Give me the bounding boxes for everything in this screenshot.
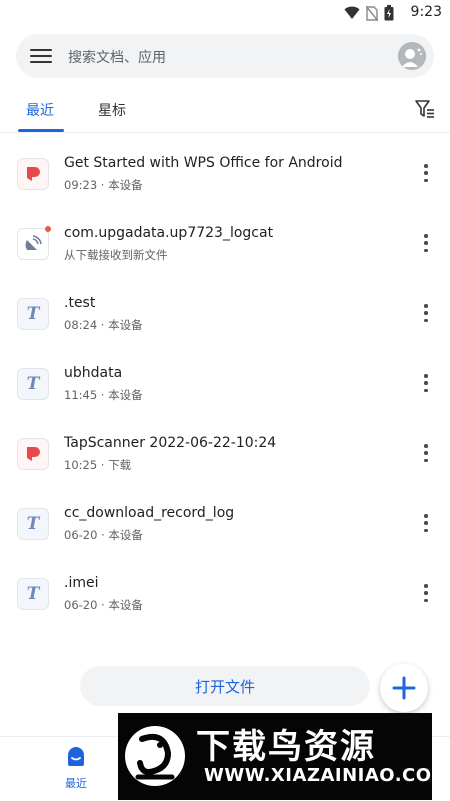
user-avatar-icon bbox=[398, 42, 426, 70]
more-options-icon[interactable] bbox=[422, 164, 430, 182]
battery-icon bbox=[384, 5, 394, 21]
tab-bar: 最近 星标 bbox=[0, 90, 450, 133]
file-item[interactable]: T .imei 06-20 · 本设备 bbox=[0, 558, 450, 628]
tab-recent[interactable]: 最近 bbox=[26, 100, 54, 120]
file-name: ubhdata bbox=[64, 365, 123, 381]
file-item[interactable]: com.upgadata.up7723_logcat 从下载接收到新文件 bbox=[0, 208, 450, 278]
search-input[interactable]: 搜索文档、应用 bbox=[68, 47, 166, 67]
text-file-icon: T bbox=[17, 368, 49, 400]
file-name: cc_download_record_log bbox=[64, 505, 235, 521]
search-bar[interactable]: 搜索文档、应用 bbox=[16, 34, 434, 78]
pdf-file-icon bbox=[17, 438, 49, 470]
menu-icon[interactable] bbox=[30, 45, 52, 67]
received-file-icon bbox=[17, 226, 51, 260]
more-options-icon[interactable] bbox=[422, 374, 430, 392]
text-file-icon: T bbox=[17, 298, 49, 330]
more-options-icon[interactable] bbox=[422, 444, 430, 462]
recent-docs-icon bbox=[68, 747, 84, 766]
more-options-icon[interactable] bbox=[422, 234, 430, 252]
file-name: Get Started with WPS Office for Android bbox=[64, 155, 343, 171]
pdf-file-icon bbox=[17, 158, 49, 190]
no-sim-icon bbox=[366, 5, 378, 21]
file-meta: 09:23 · 本设备 bbox=[64, 178, 143, 192]
more-options-icon[interactable] bbox=[422, 584, 430, 602]
nav-item-recent[interactable]: 最近 bbox=[58, 747, 94, 791]
active-tab-indicator bbox=[18, 129, 64, 132]
file-meta: 08:24 · 本设备 bbox=[64, 318, 143, 332]
plus-icon bbox=[392, 676, 416, 700]
status-time: 9:23 bbox=[410, 4, 442, 20]
new-file-badge bbox=[45, 226, 51, 232]
file-item[interactable]: T .test 08:24 · 本设备 bbox=[0, 278, 450, 348]
text-file-icon: T bbox=[17, 508, 49, 540]
text-file-icon: T bbox=[17, 578, 49, 610]
watermark-banner: 下载鸟资源 WWW.XIAZAINIAO.COM bbox=[118, 713, 432, 800]
new-document-button[interactable] bbox=[380, 664, 428, 712]
file-name: .test bbox=[64, 295, 96, 311]
avatar[interactable] bbox=[398, 42, 426, 70]
file-name: .imei bbox=[64, 575, 99, 591]
file-item[interactable]: TapScanner 2022-06-22-10:24 10:25 · 下载 bbox=[0, 418, 450, 488]
file-name: TapScanner 2022-06-22-10:24 bbox=[64, 435, 277, 451]
file-item[interactable]: T cc_download_record_log 06-20 · 本设备 bbox=[0, 488, 450, 558]
wifi-icon bbox=[344, 6, 360, 19]
file-meta: 06-20 · 本设备 bbox=[64, 528, 143, 542]
file-meta: 11:45 · 本设备 bbox=[64, 388, 143, 402]
more-options-icon[interactable] bbox=[422, 304, 430, 322]
nav-recent-label: 最近 bbox=[65, 777, 87, 790]
open-file-button[interactable]: 打开文件 bbox=[80, 666, 370, 706]
file-list: Get Started with WPS Office for Android … bbox=[0, 138, 450, 628]
file-name: com.upgadata.up7723_logcat bbox=[64, 225, 274, 241]
file-item[interactable]: T ubhdata 11:45 · 本设备 bbox=[0, 348, 450, 418]
filter-icon[interactable] bbox=[414, 98, 436, 120]
file-meta: 从下载接收到新文件 bbox=[64, 248, 168, 262]
file-meta: 06-20 · 本设备 bbox=[64, 598, 143, 612]
status-bar: 9:23 bbox=[0, 0, 450, 26]
file-meta: 10:25 · 下载 bbox=[64, 458, 132, 472]
watermark-title: 下载鸟资源 bbox=[196, 727, 376, 767]
file-item[interactable]: Get Started with WPS Office for Android … bbox=[0, 138, 450, 208]
more-options-icon[interactable] bbox=[422, 514, 430, 532]
tab-starred[interactable]: 星标 bbox=[98, 100, 126, 120]
status-icons bbox=[344, 5, 394, 21]
bird-logo-icon bbox=[125, 726, 185, 786]
watermark-url: WWW.XIAZAINIAO.COM bbox=[204, 765, 432, 786]
